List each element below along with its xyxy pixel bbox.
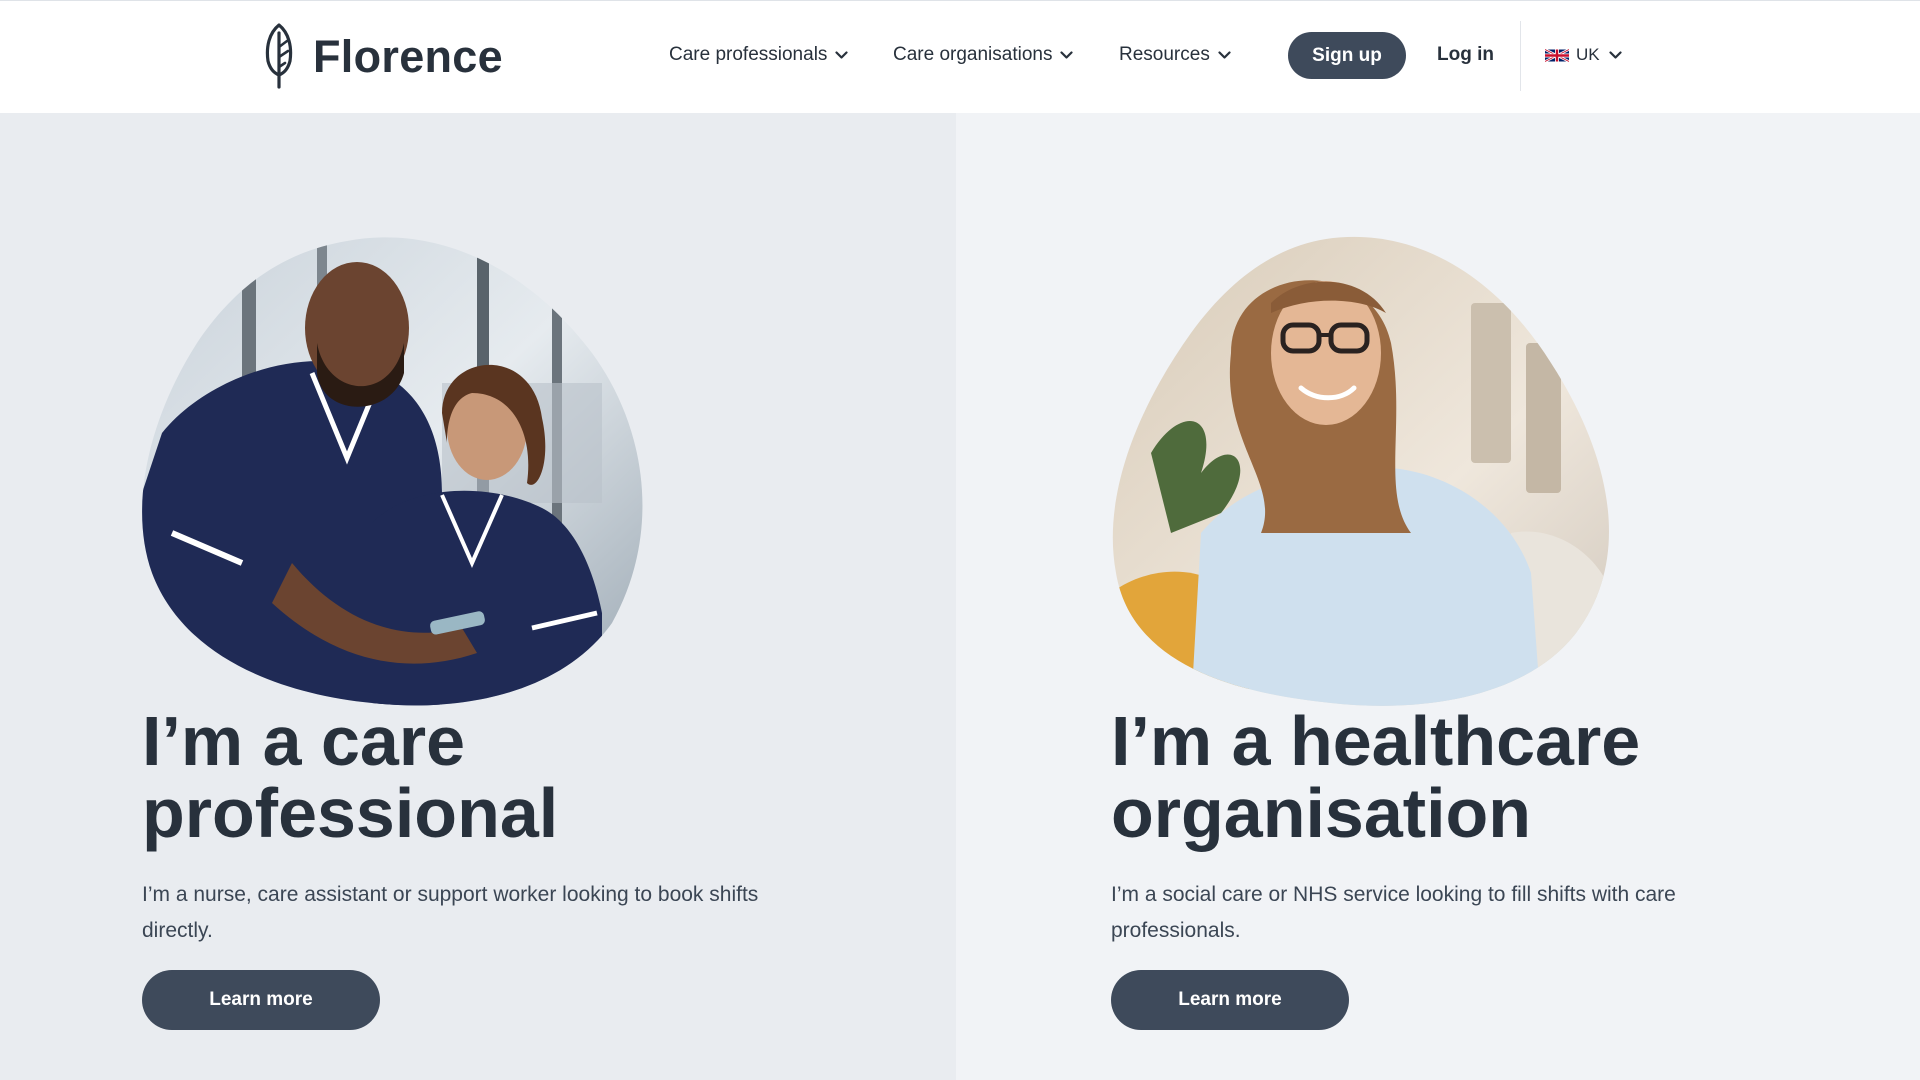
- card-title: I’m a healthcare organisation: [1111, 702, 1641, 852]
- uk-flag-icon: [1545, 47, 1569, 63]
- card-description: I’m a social care or NHS service looking…: [1111, 883, 1676, 942]
- card-description: I’m a nurse, care assistant or support w…: [142, 883, 759, 942]
- sign-up-button[interactable]: Sign up: [1288, 32, 1406, 79]
- nav-care-organisations[interactable]: Care organisations: [893, 37, 1074, 73]
- locale-label: UK: [1576, 45, 1600, 64]
- chevron-down-icon: [1060, 50, 1074, 59]
- locale-selector[interactable]: UK: [1545, 37, 1622, 73]
- chevron-down-icon: [1609, 50, 1622, 59]
- chevron-down-icon: [1218, 50, 1231, 59]
- nav-care-professionals-label: Care professionals: [669, 44, 828, 65]
- card-title: I’m a care professional: [142, 702, 559, 852]
- logo-wordmark: Florence: [313, 30, 503, 82]
- nav-care-professionals[interactable]: Care professionals: [669, 37, 849, 73]
- smiling-woman-with-glasses-photo: [1112, 236, 1609, 706]
- care-professional-card: I’m a care professional I’m a nurse, car…: [0, 113, 956, 1080]
- care-workers-photo: [142, 233, 647, 709]
- header-divider: [1520, 21, 1521, 91]
- chevron-down-icon: [835, 50, 849, 59]
- healthcare-manager-photo: [1111, 233, 1616, 709]
- learn-more-button[interactable]: Learn more: [1111, 970, 1349, 1030]
- feather-icon: [265, 23, 293, 89]
- nav-care-organisations-label: Care organisations: [893, 44, 1053, 65]
- two-care-workers-looking-at-phone-photo: [142, 237, 643, 706]
- site-header: Florence Care professionals Care organis…: [0, 0, 1920, 113]
- healthcare-organisation-card: I’m a healthcare organisation I’m a soci…: [956, 113, 1920, 1080]
- nav-resources-label: Resources: [1119, 44, 1210, 65]
- log-in-link[interactable]: Log in: [1437, 37, 1494, 73]
- learn-more-button[interactable]: Learn more: [142, 970, 380, 1030]
- logo[interactable]: Florence: [263, 23, 503, 89]
- nav-resources[interactable]: Resources: [1119, 37, 1231, 73]
